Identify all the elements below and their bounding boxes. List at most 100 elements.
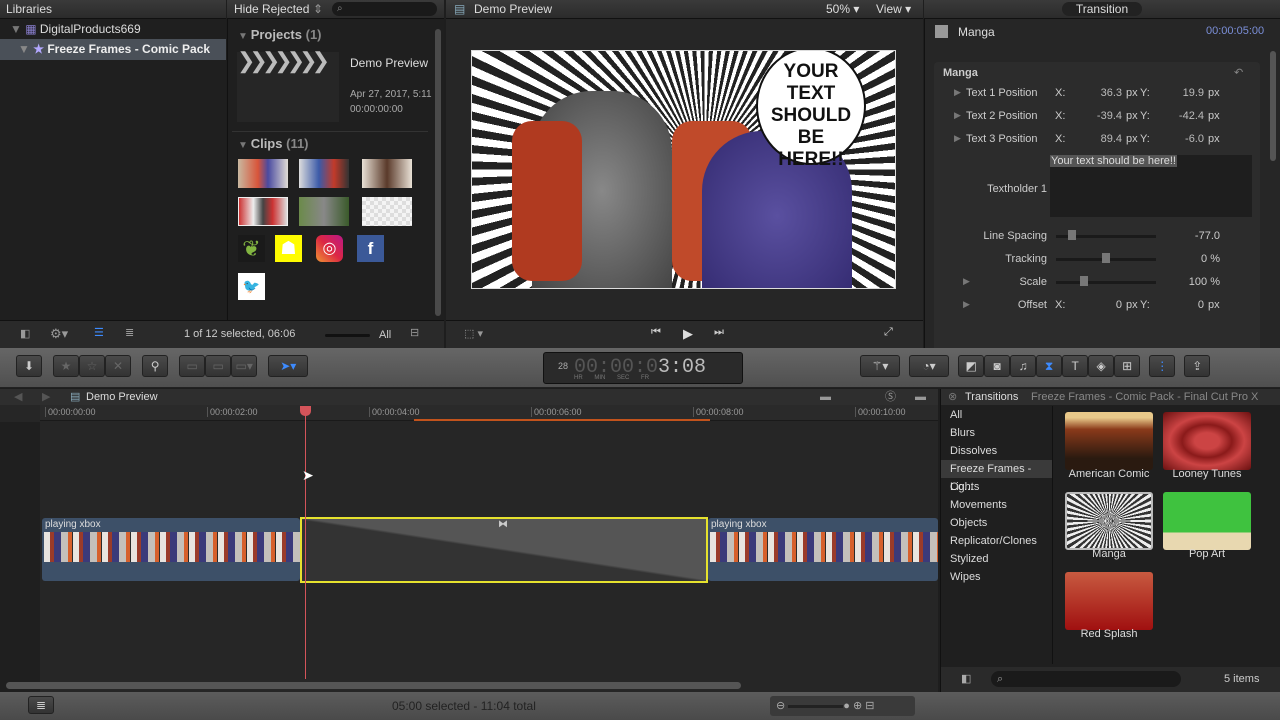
keyword-icon[interactable]: ⚲ bbox=[142, 355, 169, 377]
reset-icon[interactable]: ↶ bbox=[1234, 66, 1243, 79]
enhance-icon[interactable]: ⚚▾ bbox=[860, 355, 900, 377]
category-item[interactable]: Wipes bbox=[941, 568, 1052, 586]
snapping-icon[interactable]: ▬ bbox=[915, 389, 926, 405]
clip-thumb[interactable] bbox=[299, 159, 349, 188]
category-item[interactable]: Blurs bbox=[941, 424, 1052, 442]
reject-icon[interactable]: ✕ bbox=[105, 355, 132, 377]
hide-rejected-select[interactable]: Hide Rejected bbox=[234, 0, 309, 19]
unrate-icon[interactable]: ☆ bbox=[79, 355, 106, 377]
clip-thumb[interactable] bbox=[238, 197, 288, 226]
event-item[interactable]: ▼ ★ Freeze Frames - Comic Pack bbox=[0, 39, 226, 60]
scale-slider[interactable] bbox=[1056, 276, 1156, 286]
playhead-handle[interactable] bbox=[300, 406, 311, 416]
favorite-icon[interactable]: ★ bbox=[53, 355, 80, 377]
envato-leaf-icon[interactable]: ❦ bbox=[238, 235, 265, 262]
browser-header: Hide Rejected ⇕ ⌕ bbox=[227, 0, 444, 19]
transitions-browser: ⊗ Transitions Freeze Frames - Comic Pack… bbox=[940, 389, 1280, 692]
category-item[interactable]: Dissolves bbox=[941, 442, 1052, 460]
transition-manga-clip[interactable]: ⧓ bbox=[300, 517, 708, 583]
transition-thumbnail[interactable] bbox=[1163, 412, 1251, 470]
inspector-scrollbar[interactable] bbox=[1270, 51, 1276, 161]
gear-icon[interactable]: ⚙▾ bbox=[50, 326, 68, 342]
transform-icon[interactable]: ⬚ ▾ bbox=[464, 327, 483, 340]
themes-icon[interactable]: ⊞ bbox=[1114, 355, 1141, 377]
transitions-search-field[interactable]: ⌕ bbox=[991, 671, 1181, 687]
viewer-view-select[interactable]: View ▾ bbox=[876, 0, 911, 19]
transitions-icon[interactable]: ⧗ bbox=[1036, 355, 1063, 377]
library-item[interactable]: ▼ ▦ DigitalProducts669 bbox=[0, 19, 226, 39]
ruler-tick: 00:00:08:00 bbox=[693, 407, 744, 417]
snapchat-icon[interactable]: ☗ bbox=[275, 235, 302, 262]
viewer-header: ▤ Demo Preview 50% ▾ View ▾ bbox=[446, 0, 923, 19]
import-icon[interactable]: ⬇ bbox=[16, 355, 42, 377]
category-item[interactable]: Replicator/Clones bbox=[941, 532, 1052, 550]
clip-thumb[interactable] bbox=[362, 197, 412, 226]
timeline-scrollbar[interactable] bbox=[6, 682, 741, 689]
browser-scrollbar[interactable] bbox=[435, 29, 441, 316]
category-item[interactable]: Stylized bbox=[941, 550, 1052, 568]
list-view-icon[interactable]: ≣ bbox=[125, 326, 134, 339]
transition-thumbnail[interactable] bbox=[1065, 492, 1153, 550]
ruler-tick: 00:00:04:00 bbox=[369, 407, 420, 417]
clip-playing-xbox-left[interactable]: playing xbox bbox=[42, 518, 300, 581]
clip-appearance-icon[interactable]: ⊟ bbox=[410, 326, 419, 339]
insert-icon[interactable]: ▭ bbox=[205, 355, 232, 377]
solo-icon[interactable]: Ⓢ bbox=[885, 389, 896, 405]
previous-edit-icon[interactable]: ⏮ bbox=[651, 326, 661, 339]
project-name[interactable]: Demo Preview bbox=[350, 56, 428, 70]
play-icon[interactable]: ▶ bbox=[683, 326, 693, 342]
project-thumbnail[interactable]: ❯❯❯❯❯❯❯ bbox=[237, 48, 339, 122]
clip-thumb[interactable] bbox=[238, 159, 288, 188]
tab-transition[interactable]: Transition bbox=[1061, 2, 1143, 16]
instagram-icon[interactable]: ◎ bbox=[316, 235, 343, 262]
category-item[interactable]: All bbox=[941, 406, 1052, 424]
titles-icon[interactable]: T bbox=[1062, 355, 1089, 377]
timeline-zoom-control[interactable]: ⊖ ● ⊕ ⊟ bbox=[770, 696, 915, 716]
close-icon[interactable]: ⊗ bbox=[948, 389, 957, 405]
timecode-display[interactable]: 28 00:00:03:08 3:08 HR MIN SEC FR bbox=[543, 352, 743, 384]
sidebar-toggle-icon[interactable]: ◧ bbox=[961, 672, 971, 685]
twitter-icon[interactable]: 🐦 bbox=[238, 273, 265, 300]
append-icon[interactable]: ▭▾ bbox=[231, 355, 258, 377]
browser-search-field[interactable]: ⌕ bbox=[332, 2, 437, 16]
transition-thumbnail[interactable] bbox=[1163, 492, 1251, 550]
sidebar-toggle-icon[interactable]: ◧ bbox=[20, 327, 30, 340]
viewer-canvas: YOUR TEXT SHOULD BE HERE!! bbox=[446, 19, 923, 320]
project-chevrons-icon: ❯❯❯❯❯❯❯ bbox=[237, 48, 330, 73]
photos-icon[interactable]: ◙ bbox=[984, 355, 1011, 377]
transition-thumbnail[interactable] bbox=[1065, 572, 1153, 630]
tracking-slider[interactable] bbox=[1056, 253, 1156, 263]
effects-icon[interactable]: ◩ bbox=[958, 355, 985, 377]
retime-icon[interactable]: ◔▾ bbox=[909, 355, 950, 377]
category-item[interactable]: Objects bbox=[941, 514, 1052, 532]
select-tool-icon[interactable]: ➤▾ bbox=[268, 355, 309, 377]
playhead[interactable] bbox=[305, 407, 306, 679]
forward-icon[interactable]: ▶ bbox=[42, 389, 50, 405]
timeline-index-icon[interactable]: ≣ bbox=[28, 696, 54, 714]
textholder-field[interactable]: Your text should be here!! bbox=[1050, 155, 1252, 217]
audio-skimming-icon[interactable]: ▬ bbox=[820, 389, 831, 405]
clip-thumb[interactable] bbox=[362, 159, 412, 188]
clip-size-slider[interactable] bbox=[325, 334, 370, 337]
facebook-icon[interactable]: f bbox=[357, 235, 384, 262]
back-icon[interactable]: ◀ bbox=[14, 389, 22, 405]
filmstrip-view-icon[interactable]: ☰ bbox=[94, 326, 104, 339]
clip-playing-xbox-right[interactable]: playing xbox bbox=[708, 518, 938, 581]
transition-thumbnail[interactable] bbox=[1065, 412, 1153, 470]
transition-icon bbox=[935, 25, 948, 38]
line-spacing-slider[interactable] bbox=[1056, 230, 1156, 240]
generators-icon[interactable]: ◈ bbox=[1088, 355, 1115, 377]
viewer-zoom-select[interactable]: 50% ▾ bbox=[826, 0, 859, 19]
category-item[interactable]: Movements bbox=[941, 496, 1052, 514]
clip-thumb[interactable] bbox=[299, 197, 349, 226]
libraries-sidebar: ▼ ▦ DigitalProducts669 ▼ ★ Freeze Frames… bbox=[0, 19, 226, 320]
music-icon[interactable]: ♫ bbox=[1010, 355, 1037, 377]
video-frame[interactable]: YOUR TEXT SHOULD BE HERE!! bbox=[471, 50, 896, 289]
next-edit-icon[interactable]: ⏭ bbox=[714, 326, 724, 339]
fullscreen-icon[interactable]: ⤢ bbox=[884, 326, 893, 339]
connect-icon[interactable]: ▭ bbox=[179, 355, 206, 377]
share-icon[interactable]: ⇪ bbox=[1184, 355, 1211, 377]
category-item[interactable]: Lights bbox=[941, 478, 1052, 496]
background-tasks-icon[interactable]: ⋮ bbox=[1149, 355, 1176, 377]
category-item[interactable]: Freeze Frames - Co... bbox=[941, 460, 1052, 493]
